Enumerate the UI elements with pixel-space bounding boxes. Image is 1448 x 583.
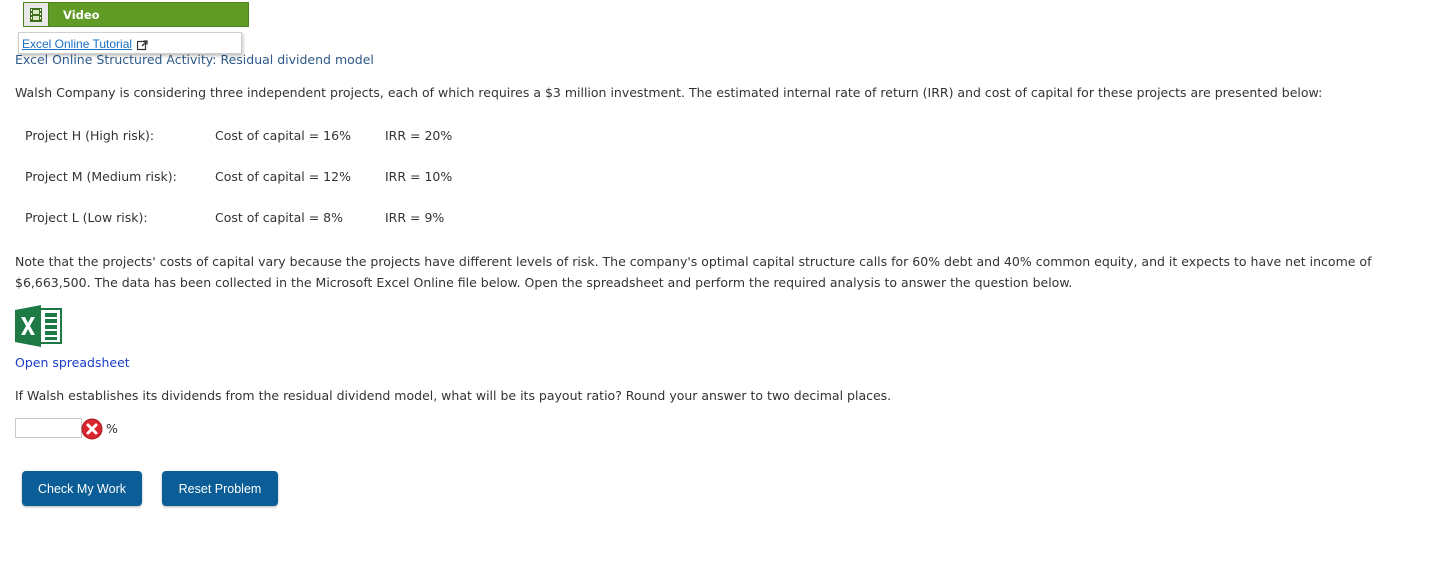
wrong-answer-icon bbox=[81, 418, 103, 443]
reset-problem-button[interactable]: Reset Problem bbox=[162, 471, 278, 506]
project-cost-of-capital: Cost of capital = 16% bbox=[215, 128, 351, 143]
project-name: Project M (Medium risk): bbox=[25, 169, 177, 184]
question-text: If Walsh establishes its dividends from … bbox=[15, 388, 892, 403]
check-my-work-button[interactable]: Check My Work bbox=[22, 471, 142, 506]
intro-text: Walsh Company is considering three indep… bbox=[15, 85, 1323, 100]
note-text: Note that the projects' costs of capital… bbox=[15, 254, 1372, 290]
activity-title: Excel Online Structured Activity: Residu… bbox=[15, 52, 374, 67]
project-cost-of-capital: Cost of capital = 12% bbox=[215, 169, 351, 184]
video-menu-button[interactable]: Video bbox=[23, 2, 249, 27]
percent-unit: % bbox=[106, 421, 118, 436]
film-icon bbox=[24, 3, 49, 26]
excel-online-tutorial-link[interactable]: Excel Online Tutorial bbox=[22, 37, 132, 51]
payout-ratio-input[interactable] bbox=[15, 418, 82, 438]
project-irr: IRR = 9% bbox=[385, 210, 445, 225]
project-cost-of-capital: Cost of capital = 8% bbox=[215, 210, 344, 225]
open-spreadsheet-link[interactable]: Open spreadsheet bbox=[15, 355, 130, 370]
external-link-icon bbox=[136, 39, 148, 54]
excel-icon[interactable] bbox=[15, 305, 63, 350]
project-name: Project L (Low risk): bbox=[25, 210, 148, 225]
project-name: Project H (High risk): bbox=[25, 128, 155, 143]
video-menu-label: Video bbox=[63, 7, 100, 22]
project-irr: IRR = 20% bbox=[385, 128, 453, 143]
project-irr: IRR = 10% bbox=[385, 169, 453, 184]
video-dropdown: Excel Online Tutorial bbox=[18, 32, 242, 54]
